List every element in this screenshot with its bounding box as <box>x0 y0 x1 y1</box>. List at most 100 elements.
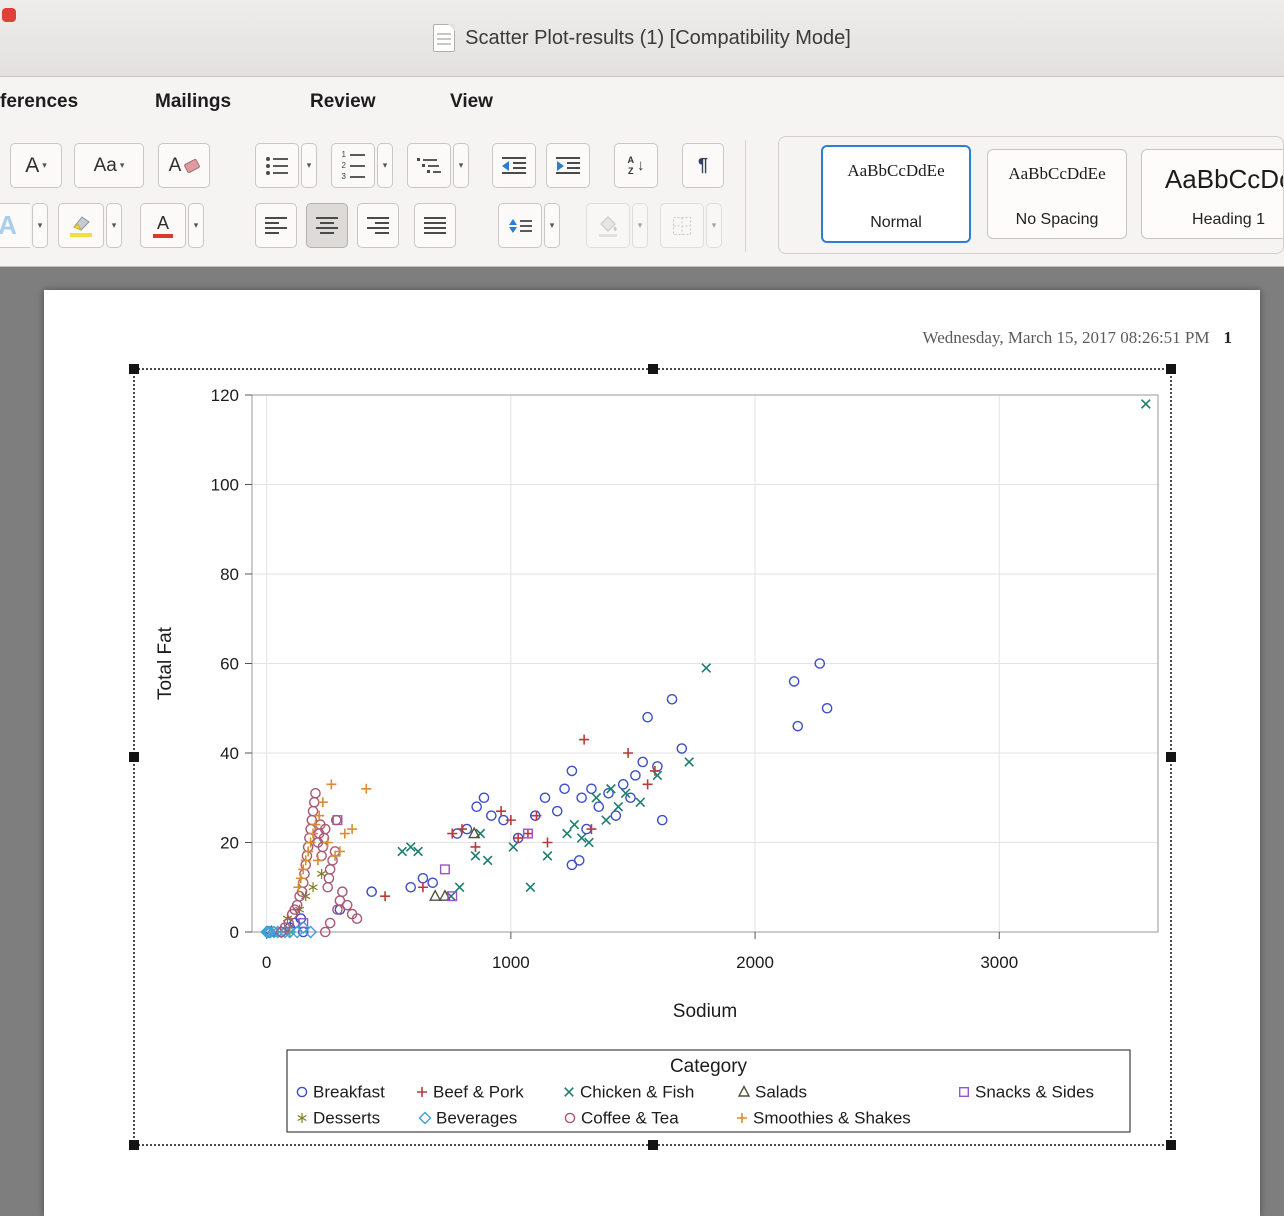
shading-button[interactable] <box>586 203 630 248</box>
ribbon-group-divider <box>745 140 746 252</box>
borders-grid-icon <box>672 216 692 236</box>
sort-az-icon: A Z <box>628 155 635 176</box>
bullets-button[interactable] <box>255 143 299 188</box>
justify-icon <box>424 217 446 234</box>
ribbon-tab-row: ferences Mailings Review View <box>0 77 1284 126</box>
chevron-down-icon: ▾ <box>638 221 643 230</box>
style-card-heading-1[interactable]: AaBbCcDc Heading 1 <box>1141 149 1284 239</box>
change-case-icon: Aa <box>94 155 117 177</box>
x-tick-label: 0 <box>262 953 271 972</box>
numbering-button[interactable]: 1 2 3 <box>331 143 375 188</box>
show-paragraph-marks-button[interactable]: ¶ <box>682 143 724 188</box>
resize-handle-top-left[interactable] <box>129 364 139 374</box>
clear-formatting-button[interactable]: A <box>158 143 210 188</box>
align-right-button[interactable] <box>357 203 399 248</box>
x-axis-label: Sodium <box>673 1001 737 1022</box>
legend-entry-label: Smoothies & Shakes <box>753 1109 911 1128</box>
line-spacing-lines-icon <box>520 220 532 232</box>
numbering-dropdown[interactable]: ▾ <box>377 143 393 188</box>
resize-handle-bottom-right[interactable] <box>1166 1140 1176 1150</box>
close-window-button[interactable] <box>2 8 16 22</box>
y-tick-label: 120 <box>211 386 239 405</box>
align-center-button[interactable] <box>306 203 348 248</box>
resize-handle-top-middle[interactable] <box>648 364 658 374</box>
series-beef-pork <box>380 735 660 902</box>
chevron-down-icon: ▾ <box>459 161 464 170</box>
tab-references[interactable]: ferences <box>0 77 78 126</box>
tab-review[interactable]: Review <box>310 77 375 126</box>
bullet-list-icon <box>266 157 288 175</box>
style-card-no-spacing[interactable]: AaBbCcDdEe No Spacing <box>987 149 1127 239</box>
decrease-indent-button[interactable] <box>492 143 536 188</box>
legend-entry-label: Beverages <box>436 1109 517 1128</box>
text-effects-button[interactable]: A ▾ <box>10 143 62 188</box>
window-titlebar: Scatter Plot-results (1) [Compatibility … <box>0 0 1284 77</box>
line-spacing-arrows-icon <box>509 219 517 233</box>
numbered-list-icon: 1 2 3 <box>342 151 365 181</box>
scatter-plot-canvas: 0100020003000020406080100120SodiumTotal … <box>135 370 1170 1144</box>
style-preview-text: AaBbCcDc <box>1165 164 1284 195</box>
chart-object[interactable]: 0100020003000020406080100120SodiumTotal … <box>133 368 1172 1146</box>
page-number: 1 <box>1224 328 1233 347</box>
style-preview-text: AaBbCcDdEe <box>1008 164 1105 184</box>
align-left-button[interactable] <box>255 203 297 248</box>
resize-handle-bottom-middle[interactable] <box>648 1140 658 1150</box>
tab-mailings[interactable]: Mailings <box>155 77 231 126</box>
legend-entry-label: Snacks & Sides <box>975 1083 1094 1102</box>
sort-arrow-icon: ↓ <box>637 157 645 174</box>
borders-button[interactable] <box>660 203 704 248</box>
x-tick-label: 1000 <box>492 953 530 972</box>
chevron-down-icon: ▾ <box>194 221 199 230</box>
highlight-color-bar <box>70 233 92 237</box>
y-tick-label: 60 <box>220 655 239 674</box>
increase-indent-button[interactable] <box>546 143 590 188</box>
chevron-down-icon: ▾ <box>712 221 717 230</box>
x-tick-label: 2000 <box>736 953 774 972</box>
font-color-dropdown[interactable]: ▾ <box>188 203 204 248</box>
shading-dropdown[interactable]: ▾ <box>632 203 648 248</box>
chart-axes: 0100020003000020406080100120SodiumTotal … <box>155 386 1158 1022</box>
highlight-button[interactable] <box>58 203 104 248</box>
decrease-indent-icon <box>502 157 526 175</box>
resize-handle-top-right[interactable] <box>1166 364 1176 374</box>
font-color-bar <box>153 234 173 238</box>
header-date: Wednesday, March 15, 2017 08:26:51 PM1 <box>923 328 1232 348</box>
justify-button[interactable] <box>414 203 456 248</box>
line-spacing-dropdown[interactable]: ▾ <box>544 203 560 248</box>
series-breakfast <box>277 659 832 937</box>
text-outline-dropdown[interactable]: ▾ <box>32 203 48 248</box>
chevron-down-icon: ▾ <box>383 161 388 170</box>
y-tick-label: 40 <box>220 744 239 763</box>
legend-entry-label: Beef & Pork <box>433 1083 524 1102</box>
chevron-down-icon: ▾ <box>120 161 125 170</box>
resize-handle-middle-left[interactable] <box>129 752 139 762</box>
borders-dropdown[interactable]: ▾ <box>706 203 722 248</box>
change-case-button[interactable]: Aa ▾ <box>74 143 144 188</box>
resize-handle-middle-right[interactable] <box>1166 752 1176 762</box>
text-outline-button[interactable]: A <box>0 203 30 248</box>
style-preview-text: AaBbCcDdEe <box>847 161 944 181</box>
font-color-letter: A <box>157 214 169 232</box>
y-tick-label: 20 <box>220 834 239 853</box>
sort-button[interactable]: A Z ↓ <box>614 143 658 188</box>
increase-indent-icon <box>556 157 580 175</box>
chevron-down-icon: ▾ <box>307 161 312 170</box>
legend-entry-label: Chicken & Fish <box>580 1083 694 1102</box>
line-spacing-button[interactable] <box>498 203 542 248</box>
text-effects-icon: A <box>25 154 39 178</box>
highlight-dropdown[interactable]: ▾ <box>106 203 122 248</box>
resize-handle-bottom-left[interactable] <box>129 1140 139 1150</box>
legend-entry-label: Salads <box>755 1083 807 1102</box>
y-axis-label: Total Fat <box>155 626 176 700</box>
font-color-button[interactable]: A <box>140 203 186 248</box>
tab-view[interactable]: View <box>450 77 493 126</box>
bullets-dropdown[interactable]: ▾ <box>301 143 317 188</box>
chart-legend: CategoryBreakfastBeef & PorkChicken & Fi… <box>287 1050 1130 1132</box>
y-tick-label: 100 <box>211 476 239 495</box>
styles-gallery: AaBbCcDdEe Normal AaBbCcDdEe No Spacing … <box>778 136 1284 254</box>
multilevel-list-dropdown[interactable]: ▾ <box>453 143 469 188</box>
style-card-normal[interactable]: AaBbCcDdEe Normal <box>821 145 971 243</box>
clear-formatting-letter: A <box>169 155 182 177</box>
multilevel-list-button[interactable] <box>407 143 451 188</box>
legend-title: Category <box>670 1056 748 1077</box>
